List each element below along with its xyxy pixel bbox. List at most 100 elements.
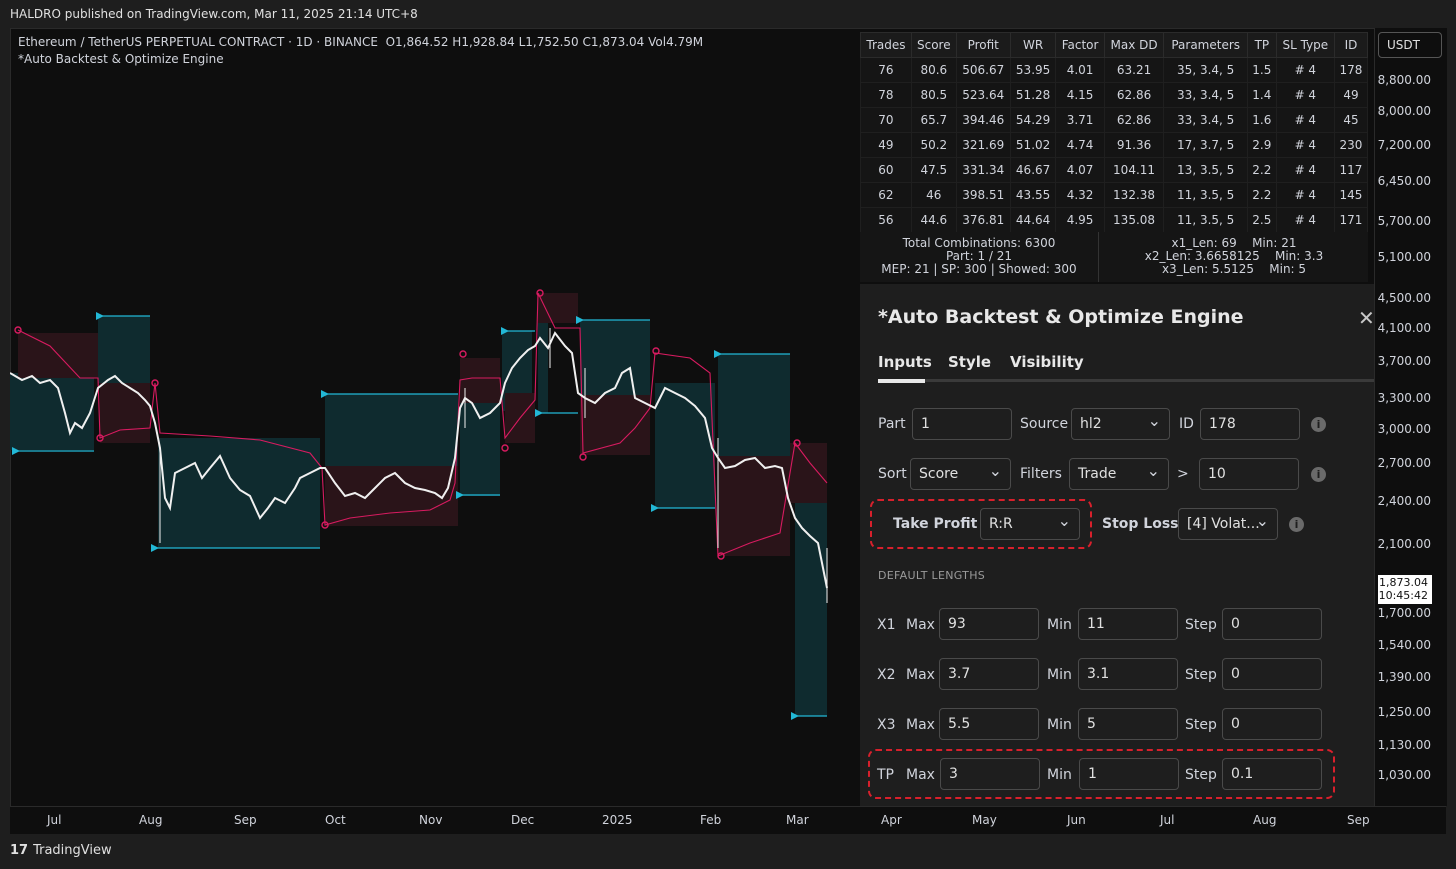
table-cell: 2.2 xyxy=(1246,157,1277,183)
price-tick: 4,100.00 xyxy=(1377,321,1431,335)
table-cell: 230 xyxy=(1333,132,1369,158)
table-cell: 45 xyxy=(1333,107,1369,133)
filters-select[interactable]: Trade xyxy=(1069,458,1169,490)
table-cell: # 4 xyxy=(1275,157,1335,183)
dialog-title: *Auto Backtest & Optimize Engine xyxy=(878,306,1244,328)
table-cell: 4.07 xyxy=(1055,157,1105,183)
time-tick: Sep xyxy=(1347,813,1370,827)
col-header: Max DD xyxy=(1103,32,1165,58)
table-cell: 53.95 xyxy=(1009,57,1057,83)
table-cell: 80.6 xyxy=(910,57,957,83)
info-icon[interactable]: i xyxy=(1311,467,1326,482)
min-label: Min xyxy=(1047,617,1072,633)
results-summary: Total Combinations: 6300 Part: 1 / 21 ME… xyxy=(860,232,1368,282)
col-header: Profit xyxy=(955,32,1011,58)
table-cell: 44.6 xyxy=(910,207,957,233)
source-select[interactable]: hl2 xyxy=(1071,408,1170,440)
stop-loss-label: Stop Loss xyxy=(1102,516,1179,532)
table-cell: 62 xyxy=(860,182,912,208)
table-cell: 70 xyxy=(860,107,912,133)
table-cell: 46.67 xyxy=(1009,157,1057,183)
tp-min-input[interactable]: 1 xyxy=(1079,758,1179,790)
price-chart[interactable] xyxy=(10,28,860,806)
col-header: ID xyxy=(1333,32,1369,58)
table-cell: 63.21 xyxy=(1103,57,1165,83)
close-icon[interactable]: ✕ xyxy=(1358,306,1375,330)
info-icon[interactable]: i xyxy=(1289,517,1304,532)
x3-min-input[interactable]: 5 xyxy=(1078,708,1178,740)
currency-label: USDT xyxy=(1387,38,1420,52)
stop-loss-select[interactable]: [4] Volat... xyxy=(1178,508,1278,540)
table-cell: # 4 xyxy=(1275,107,1335,133)
price-tick: 3,700.00 xyxy=(1377,354,1431,368)
time-tick: Sep xyxy=(234,813,257,827)
table-cell: 78 xyxy=(860,82,912,108)
price-tick: 1,390.00 xyxy=(1377,670,1431,684)
table-cell: 4.15 xyxy=(1055,82,1105,108)
col-header: WR xyxy=(1009,32,1057,58)
info-icon[interactable]: i xyxy=(1311,417,1326,432)
table-cell: 331.34 xyxy=(955,157,1011,183)
table-cell: 4.95 xyxy=(1055,207,1105,233)
table-cell: 4.74 xyxy=(1055,132,1105,158)
symbol-name[interactable]: Ethereum / TetherUS PERPETUAL CONTRACT ·… xyxy=(18,35,378,49)
tv-logo-text: TradingView xyxy=(33,843,112,858)
table-cell: 62.86 xyxy=(1103,107,1165,133)
tp-step-input[interactable]: 0.1 xyxy=(1222,758,1322,790)
tp-max-input[interactable]: 3 xyxy=(940,758,1040,790)
time-tick: Dec xyxy=(511,813,535,827)
table-cell: 56 xyxy=(860,207,912,233)
table-cell: 33, 3.4, 5 xyxy=(1163,82,1248,108)
price-tick: 1,700.00 xyxy=(1377,606,1431,620)
id-input[interactable]: 178 xyxy=(1200,408,1300,440)
mep-summary: MEP: 21 | SP: 300 | Showed: 300 xyxy=(881,262,1077,276)
table-cell: 51.28 xyxy=(1009,82,1057,108)
min-label: Min xyxy=(1047,717,1072,733)
trade-zones xyxy=(10,293,827,716)
x3-step-input[interactable]: 0 xyxy=(1222,708,1322,740)
sort-select[interactable]: Score xyxy=(910,458,1011,490)
last-price-tag: 1,873.04 10:45:42 xyxy=(1378,575,1432,604)
x1-min-input[interactable]: 11 xyxy=(1078,608,1178,640)
x1-max-input[interactable]: 93 xyxy=(939,608,1039,640)
table-cell: 80.5 xyxy=(910,82,957,108)
table-cell: 47.5 xyxy=(910,157,957,183)
x3-max-input[interactable]: 5.5 xyxy=(939,708,1039,740)
price-axis[interactable]: 8,800.00 8,000.00 7,200.00 6,450.00 5,70… xyxy=(1374,28,1447,806)
x2-step-input[interactable]: 0 xyxy=(1222,658,1322,690)
table-cell: 132.38 xyxy=(1103,182,1165,208)
table-cell: # 4 xyxy=(1275,132,1335,158)
x1-step-input[interactable]: 0 xyxy=(1222,608,1322,640)
tradingview-logo[interactable]: 17 TradingView xyxy=(10,843,112,858)
time-axis[interactable]: Jul Aug Sep Oct Nov Dec 2025 Feb Mar Apr… xyxy=(10,806,1446,834)
indicator-legend[interactable]: *Auto Backtest & Optimize Engine xyxy=(18,52,224,66)
take-profit-select[interactable]: R:R xyxy=(980,508,1080,540)
col-header: TP xyxy=(1246,32,1277,58)
table-cell: 376.81 xyxy=(955,207,1011,233)
time-tick: Jul xyxy=(47,813,62,827)
price-tick: 5,100.00 xyxy=(1377,250,1431,264)
table-cell: # 4 xyxy=(1275,82,1335,108)
price-tick: 6,450.00 xyxy=(1377,174,1431,188)
tab-visibility[interactable]: Visibility xyxy=(1010,353,1084,371)
table-cell: 2.9 xyxy=(1246,132,1277,158)
symbol-legend[interactable]: Ethereum / TetherUS PERPETUAL CONTRACT ·… xyxy=(18,35,703,49)
tab-underline xyxy=(878,379,1374,382)
table-row: 56 44.6 376.81 44.64 4.95 135.08 11, 3.5, 5 2.5… xyxy=(860,207,1369,233)
part-label: Part xyxy=(878,416,906,432)
tab-inputs[interactable]: Inputs xyxy=(878,353,932,371)
part-input[interactable]: 1 xyxy=(912,408,1012,440)
table-row: 76 80.6 506.67 53.95 4.01 63.21 35, 3.4, 5 1.5 #… xyxy=(860,57,1369,83)
source-label: Source xyxy=(1020,416,1069,432)
currency-selector[interactable]: USDT xyxy=(1378,32,1442,58)
x3-label: X3 xyxy=(877,717,896,733)
table-cell: 506.67 xyxy=(955,57,1011,83)
step-label: Step xyxy=(1185,767,1217,783)
x2-label: X2 xyxy=(877,667,896,683)
x2-max-input[interactable]: 3.7 xyxy=(939,658,1039,690)
time-tick: Feb xyxy=(700,813,722,827)
tab-style[interactable]: Style xyxy=(948,353,991,371)
filter-threshold-input[interactable]: 10 xyxy=(1199,458,1299,490)
x2-min-input[interactable]: 3.1 xyxy=(1078,658,1178,690)
price-tick: 2,100.00 xyxy=(1377,537,1431,551)
